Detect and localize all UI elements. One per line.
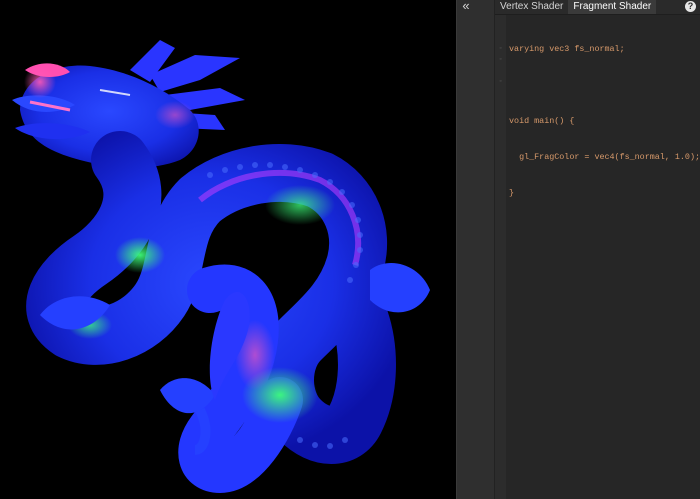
shader-tabbar: Vertex Shader Fragment Shader ? bbox=[495, 0, 700, 15]
3d-viewport[interactable] bbox=[0, 0, 456, 499]
help-icon[interactable]: ? bbox=[685, 1, 696, 12]
dragon-render bbox=[12, 40, 430, 494]
code-gutter: ◦ ◦ ◦ bbox=[495, 15, 507, 499]
fold-icon[interactable]: ◦ bbox=[495, 54, 506, 65]
code-line: } bbox=[509, 188, 515, 198]
fold-icon[interactable]: ◦ bbox=[495, 43, 506, 54]
shader-panel: « Vertex Shader Fragment Shader ? ◦ ◦ ◦ … bbox=[457, 0, 700, 499]
collapse-icon[interactable]: « bbox=[459, 0, 473, 13]
code-editor[interactable]: ◦ ◦ ◦ varying vec3 fs_normal; void main(… bbox=[495, 15, 700, 499]
tab-fragment-shader[interactable]: Fragment Shader bbox=[568, 0, 657, 14]
code-text[interactable]: varying vec3 fs_normal; void main() { gl… bbox=[506, 15, 700, 499]
tab-vertex-shader[interactable]: Vertex Shader bbox=[495, 0, 568, 14]
editor-wrapper: Vertex Shader Fragment Shader ? ◦ ◦ ◦ va… bbox=[495, 0, 700, 499]
fold-icon[interactable]: ◦ bbox=[495, 76, 506, 87]
gutter-marker bbox=[495, 65, 506, 76]
shader-editor-app: « Vertex Shader Fragment Shader ? ◦ ◦ ◦ … bbox=[0, 0, 700, 499]
code-line: gl_FragColor = vec4(fs_normal, 1.0); bbox=[509, 152, 700, 162]
gutter-marker bbox=[495, 32, 506, 43]
code-line: void main() { bbox=[509, 116, 575, 126]
code-line: varying vec3 fs_normal; bbox=[509, 44, 625, 54]
gutter-marker bbox=[495, 21, 506, 32]
panel-side-strip: « bbox=[457, 0, 496, 499]
